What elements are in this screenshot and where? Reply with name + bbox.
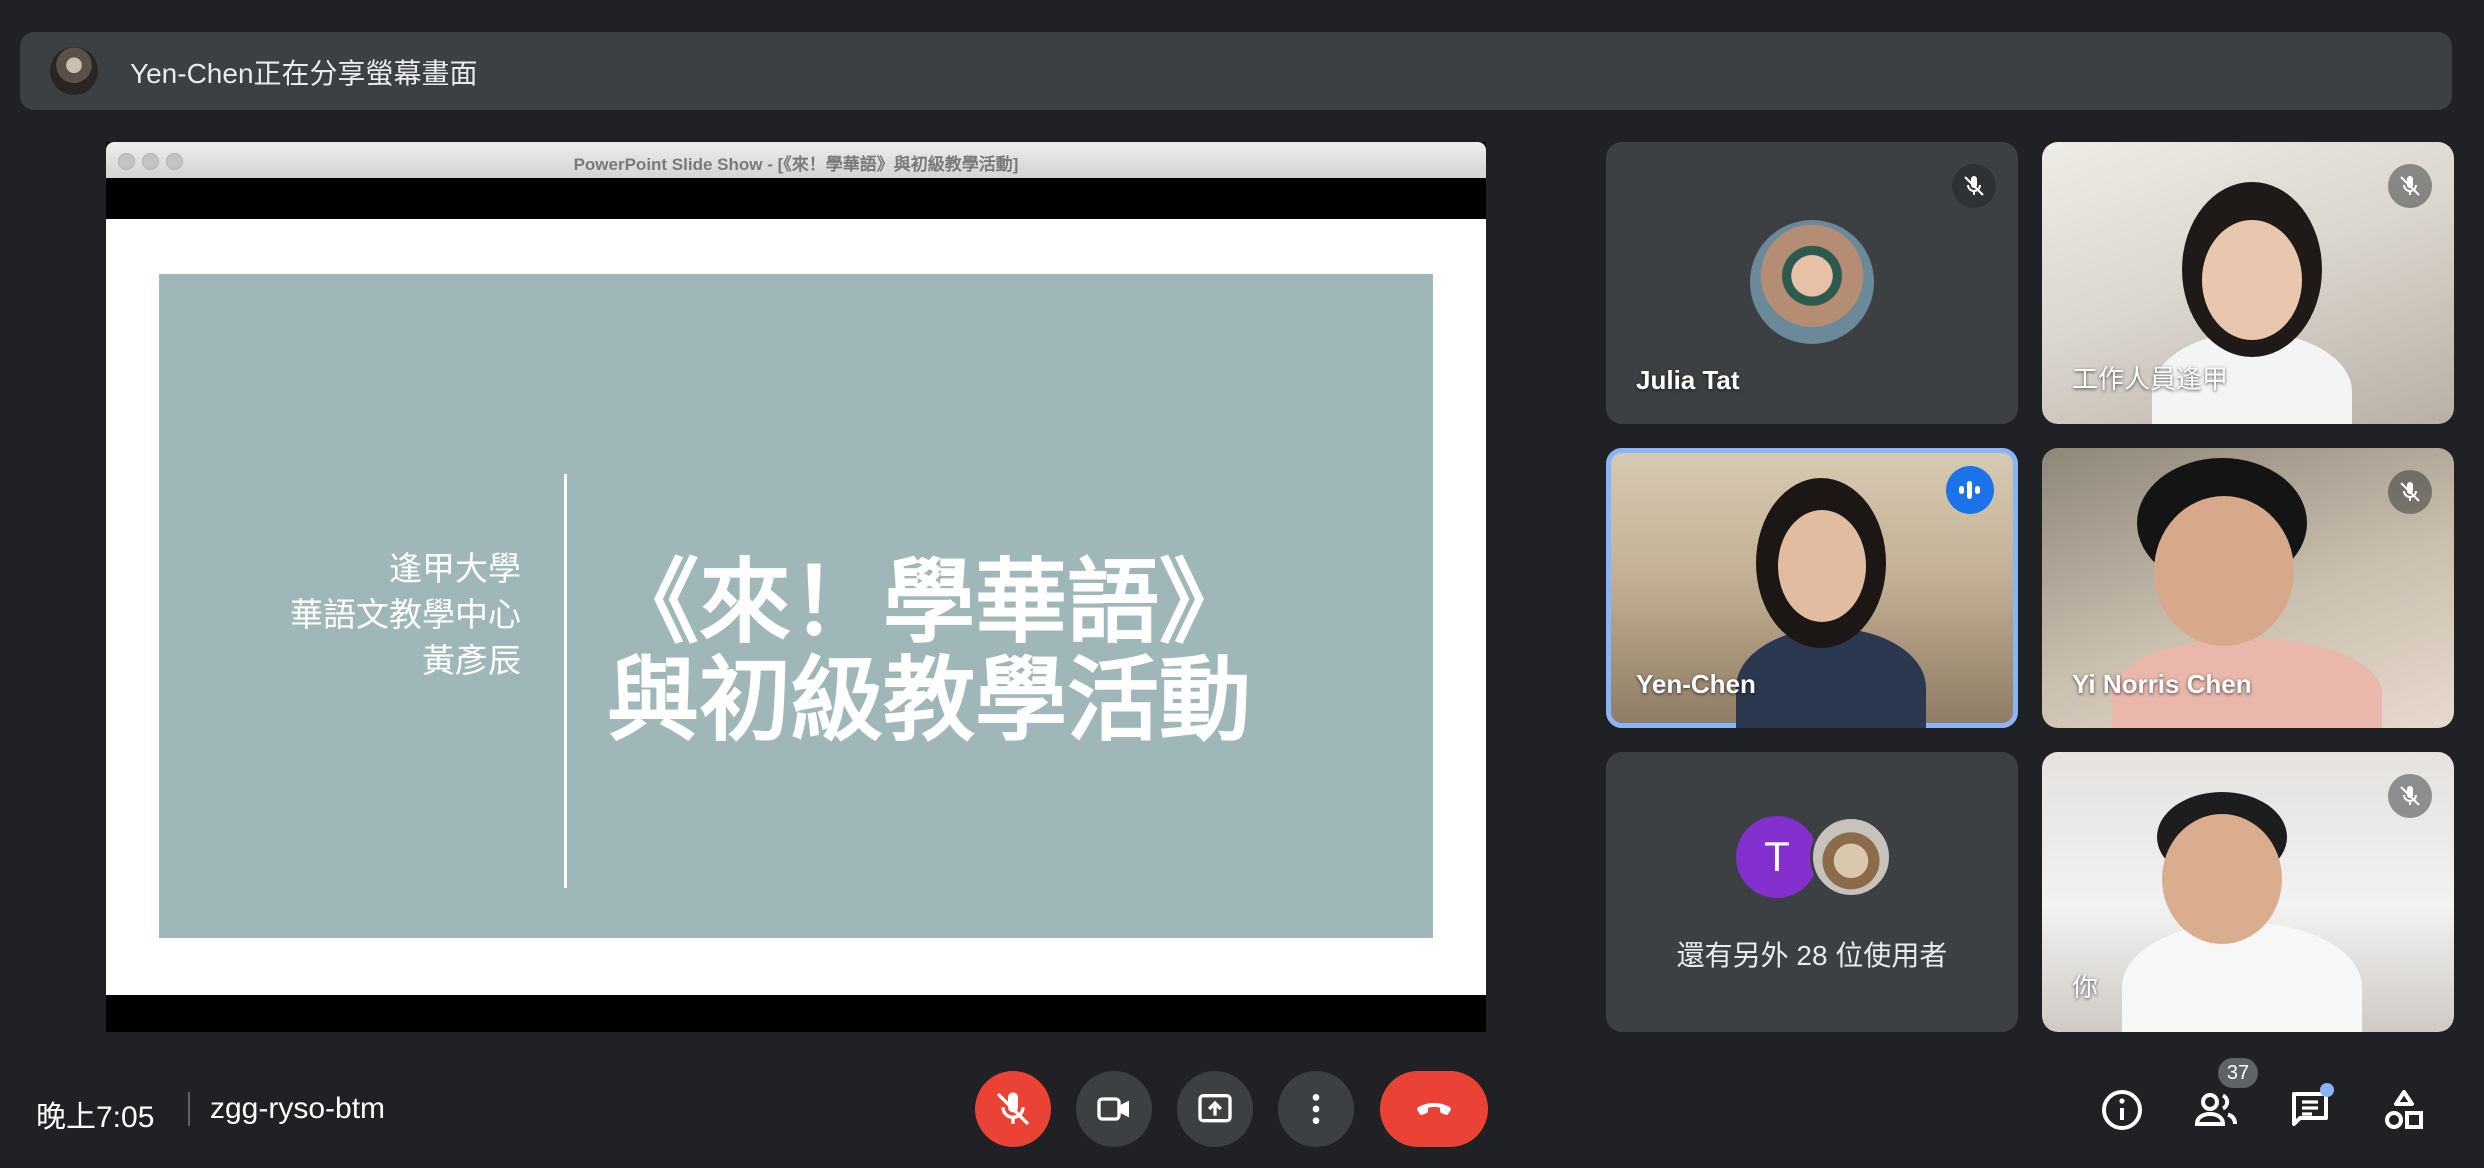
activities-button[interactable]: [2380, 1086, 2428, 1134]
chat-notification-dot: [2320, 1083, 2334, 1097]
sharing-banner: Yen-Chen正在分享螢幕畫面: [20, 32, 2452, 110]
participant-tile-you[interactable]: 你: [2042, 752, 2454, 1032]
ppt-window-titlebar: PowerPoint Slide Show - [《來！學華語》與初級教學活動]: [106, 142, 1486, 178]
participant-name: 工作人員逢甲: [2072, 364, 2229, 394]
participant-tile-staff[interactable]: 工作人員逢甲: [2042, 142, 2454, 424]
slide-title-line-1: 《來！學華語》: [606, 552, 1251, 654]
mic-off-icon: [1952, 164, 1996, 208]
participant-tile-julia-tat[interactable]: Julia Tat: [1606, 142, 2018, 424]
slide-line-university: 逢甲大學: [389, 550, 521, 587]
participant-avatar-photo: [1810, 816, 1892, 898]
presenter-avatar: [50, 47, 98, 95]
people-button[interactable]: [2192, 1086, 2240, 1134]
call-end-icon: [1417, 1103, 1451, 1115]
slide-line-author: 黃彥辰: [422, 642, 521, 679]
bottom-bar-separator: [188, 1092, 190, 1126]
present-now-button[interactable]: [1177, 1071, 1253, 1147]
participant-avatar: [1750, 220, 1874, 344]
mic-off-icon: [2388, 774, 2432, 818]
slide-panel: 逢甲大學 華語文教學中心 黃彥辰 《來！學華語》 與初級教學活動: [159, 274, 1433, 938]
slide-title-line-2: 與初級教學活動: [606, 650, 1251, 752]
other-participants-count: 還有另外 28 位使用者: [1676, 940, 1948, 971]
camera-toggle-button[interactable]: [1076, 1071, 1152, 1147]
mic-off-icon: [996, 1092, 1030, 1126]
ppt-window-title: PowerPoint Slide Show - [《來！學華語》與初級教學活動]: [573, 155, 1019, 174]
slide-line-center: 華語文教學中心: [290, 596, 521, 633]
camera-icon: [1097, 1097, 1129, 1121]
slide-subtitle-block: 逢甲大學 華語文教學中心 黃彥辰: [290, 546, 521, 684]
speaking-indicator-icon: [1946, 466, 1994, 514]
participant-name: Julia Tat: [1636, 365, 1740, 395]
meeting-code[interactable]: zgg-ryso-btm: [210, 1092, 385, 1126]
mic-toggle-button[interactable]: [975, 1071, 1051, 1147]
mic-off-icon: [2388, 470, 2432, 514]
more-vert-icon: [1312, 1094, 1320, 1124]
participant-tile-yen-chen[interactable]: Yen-Chen: [1606, 448, 2018, 728]
slide: 逢甲大學 華語文教學中心 黃彥辰 《來！學華語》 與初級教學活動: [106, 219, 1486, 995]
activities-icon: [2385, 1090, 2423, 1129]
participant-name: Yi Norris Chen: [2072, 669, 2252, 699]
more-options-button[interactable]: [1278, 1071, 1354, 1147]
sharing-banner-text: Yen-Chen正在分享螢幕畫面: [130, 58, 478, 89]
present-icon: [1198, 1094, 1232, 1123]
slide-title: 《來！學華語》 與初級教學活動: [579, 554, 1279, 750]
participant-tile-yi-norris-chen[interactable]: Yi Norris Chen: [2042, 448, 2454, 728]
shared-screen: PowerPoint Slide Show - [《來！學華語》與初級教學活動]…: [106, 142, 1486, 1032]
slide-divider: [564, 474, 567, 888]
people-icon: [2194, 1093, 2237, 1126]
mic-off-icon: [2388, 164, 2432, 208]
meeting-details-button[interactable]: [2098, 1086, 2146, 1134]
participant-name: 你: [2072, 972, 2099, 1002]
leave-call-button[interactable]: [1380, 1071, 1488, 1147]
participant-name: Yen-Chen: [1636, 669, 1756, 699]
participant-avatar-t: T: [1736, 816, 1818, 898]
info-icon: [2102, 1090, 2142, 1130]
meeting-time: 晚上7:05: [36, 1101, 155, 1134]
people-count-badge: 37: [2218, 1058, 2258, 1088]
other-participants-tile[interactable]: T 還有另外 28 位使用者: [1606, 752, 2018, 1032]
